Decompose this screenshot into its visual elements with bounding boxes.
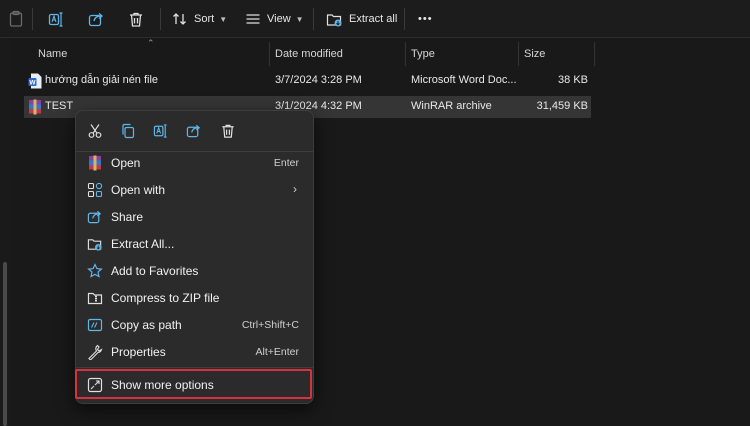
file-name: TEST — [45, 100, 74, 112]
paste-icon — [9, 10, 23, 27]
column-divider[interactable] — [405, 42, 406, 66]
menu-item-shortcut: Ctrl+Shift+C — [241, 319, 299, 331]
menu-item-label: Properties — [111, 345, 166, 359]
file-type: Microsoft Word Doc... — [411, 74, 517, 86]
view-icon — [246, 14, 260, 24]
menu-item-add-to-favorites[interactable]: Add to Favorites — [80, 258, 309, 284]
column-header-size[interactable]: Size — [524, 44, 545, 64]
rename-button[interactable] — [48, 7, 65, 31]
chevron-right-icon: › — [293, 182, 297, 196]
sort-button[interactable]: Sort ▼ — [172, 7, 227, 31]
share-icon — [88, 12, 104, 26]
menu-item-label: Open with — [111, 183, 166, 197]
column-divider[interactable] — [269, 42, 270, 66]
copy-button[interactable] — [114, 119, 142, 143]
rename-icon — [48, 11, 63, 27]
navigation-pane-scrollbar[interactable] — [0, 38, 10, 426]
toolbar-separator — [160, 8, 161, 30]
delete-button[interactable] — [214, 119, 242, 143]
delete-icon — [222, 124, 234, 138]
more-options-button[interactable]: ••• — [418, 7, 433, 31]
file-name: hướng dẫn giải nén file — [45, 74, 159, 86]
menu-item-compress-zip[interactable]: Compress to ZIP file — [80, 285, 309, 311]
share-button[interactable] — [180, 119, 208, 143]
toolbar-separator — [32, 8, 33, 30]
column-divider[interactable] — [594, 42, 595, 66]
chevron-down-icon: ▼ — [295, 14, 304, 24]
menu-item-label: Open — [111, 156, 141, 170]
file-row[interactable]: W hướng dẫn giải nén file 3/7/2024 3:28 … — [24, 70, 591, 92]
menu-item-label: Share — [111, 210, 144, 224]
copy-path-icon — [87, 318, 103, 332]
word-doc-icon: W — [28, 73, 42, 89]
sort-ascending-icon: ⌃ — [147, 38, 155, 48]
toolbar-separator — [404, 8, 405, 30]
extract-icon — [87, 239, 102, 251]
winrar-icon — [29, 99, 41, 115]
menu-item-share[interactable]: Share — [80, 204, 309, 230]
menu-item-extract-all[interactable]: Extract All... — [80, 231, 309, 257]
file-size: 38 KB — [558, 74, 588, 86]
delete-icon — [130, 12, 142, 27]
paste-button[interactable] — [8, 7, 24, 31]
extract-icon — [326, 13, 342, 26]
menu-item-label: Extract All... — [111, 237, 175, 251]
highlight-annotation-box — [75, 369, 312, 399]
scrollbar-thumb[interactable] — [3, 262, 7, 426]
command-bar: Sort ▼ View ▼ Extract all ••• — [0, 0, 750, 38]
file-type: WinRAR archive — [411, 100, 492, 112]
menu-item-label: Compress to ZIP file — [111, 291, 220, 305]
zip-folder-icon — [87, 292, 103, 305]
cut-icon — [88, 124, 102, 138]
cut-button[interactable] — [81, 119, 109, 143]
share-icon — [186, 124, 201, 138]
menu-item-copy-as-path[interactable]: Copy as path Ctrl+Shift+C — [80, 312, 309, 338]
menu-divider — [76, 367, 313, 368]
share-button[interactable] — [88, 7, 105, 31]
share-icon — [87, 210, 102, 224]
wrench-icon — [88, 344, 103, 360]
menu-item-label: Add to Favorites — [111, 264, 199, 278]
menu-item-label: Copy as path — [111, 318, 182, 332]
file-size: 31,459 KB — [536, 100, 588, 112]
menu-item-properties[interactable]: Properties Alt+Enter — [80, 339, 309, 365]
context-menu: Open Enter Open with › Share Extract All… — [75, 110, 314, 404]
sort-icon — [173, 13, 186, 25]
toolbar-separator — [313, 8, 314, 30]
view-label: View — [267, 13, 291, 25]
menu-item-shortcut: Alt+Enter — [255, 346, 299, 358]
rename-icon — [153, 124, 167, 138]
rename-button[interactable] — [147, 119, 175, 143]
menu-item-shortcut: Enter — [273, 157, 299, 169]
column-header-type[interactable]: Type — [411, 44, 435, 64]
column-header-size-label: Size — [524, 48, 546, 60]
column-header-date-label: Date modified — [275, 48, 343, 60]
svg-text:W: W — [29, 80, 36, 87]
star-icon — [87, 263, 103, 278]
copy-icon — [122, 123, 135, 139]
column-header-name-label: Name — [38, 48, 68, 60]
sort-label: Sort — [194, 13, 215, 25]
extract-all-label: Extract all — [349, 13, 398, 25]
view-button[interactable]: View ▼ — [245, 7, 304, 31]
more-icon: ••• — [418, 13, 433, 25]
file-date: 3/7/2024 3:28 PM — [275, 74, 362, 86]
winrar-icon — [89, 155, 101, 171]
column-header-date[interactable]: Date modified — [275, 44, 343, 64]
open-with-icon — [87, 182, 103, 198]
menu-item-open[interactable]: Open Enter — [80, 150, 309, 176]
delete-button[interactable] — [128, 7, 144, 31]
column-divider[interactable] — [518, 42, 519, 66]
column-header-type-label: Type — [411, 48, 435, 60]
extract-all-button[interactable]: Extract all — [326, 7, 397, 31]
chevron-down-icon: ▼ — [219, 14, 228, 24]
column-header-name[interactable]: Name — [38, 44, 67, 64]
menu-item-open-with[interactable]: Open with › — [80, 177, 309, 203]
